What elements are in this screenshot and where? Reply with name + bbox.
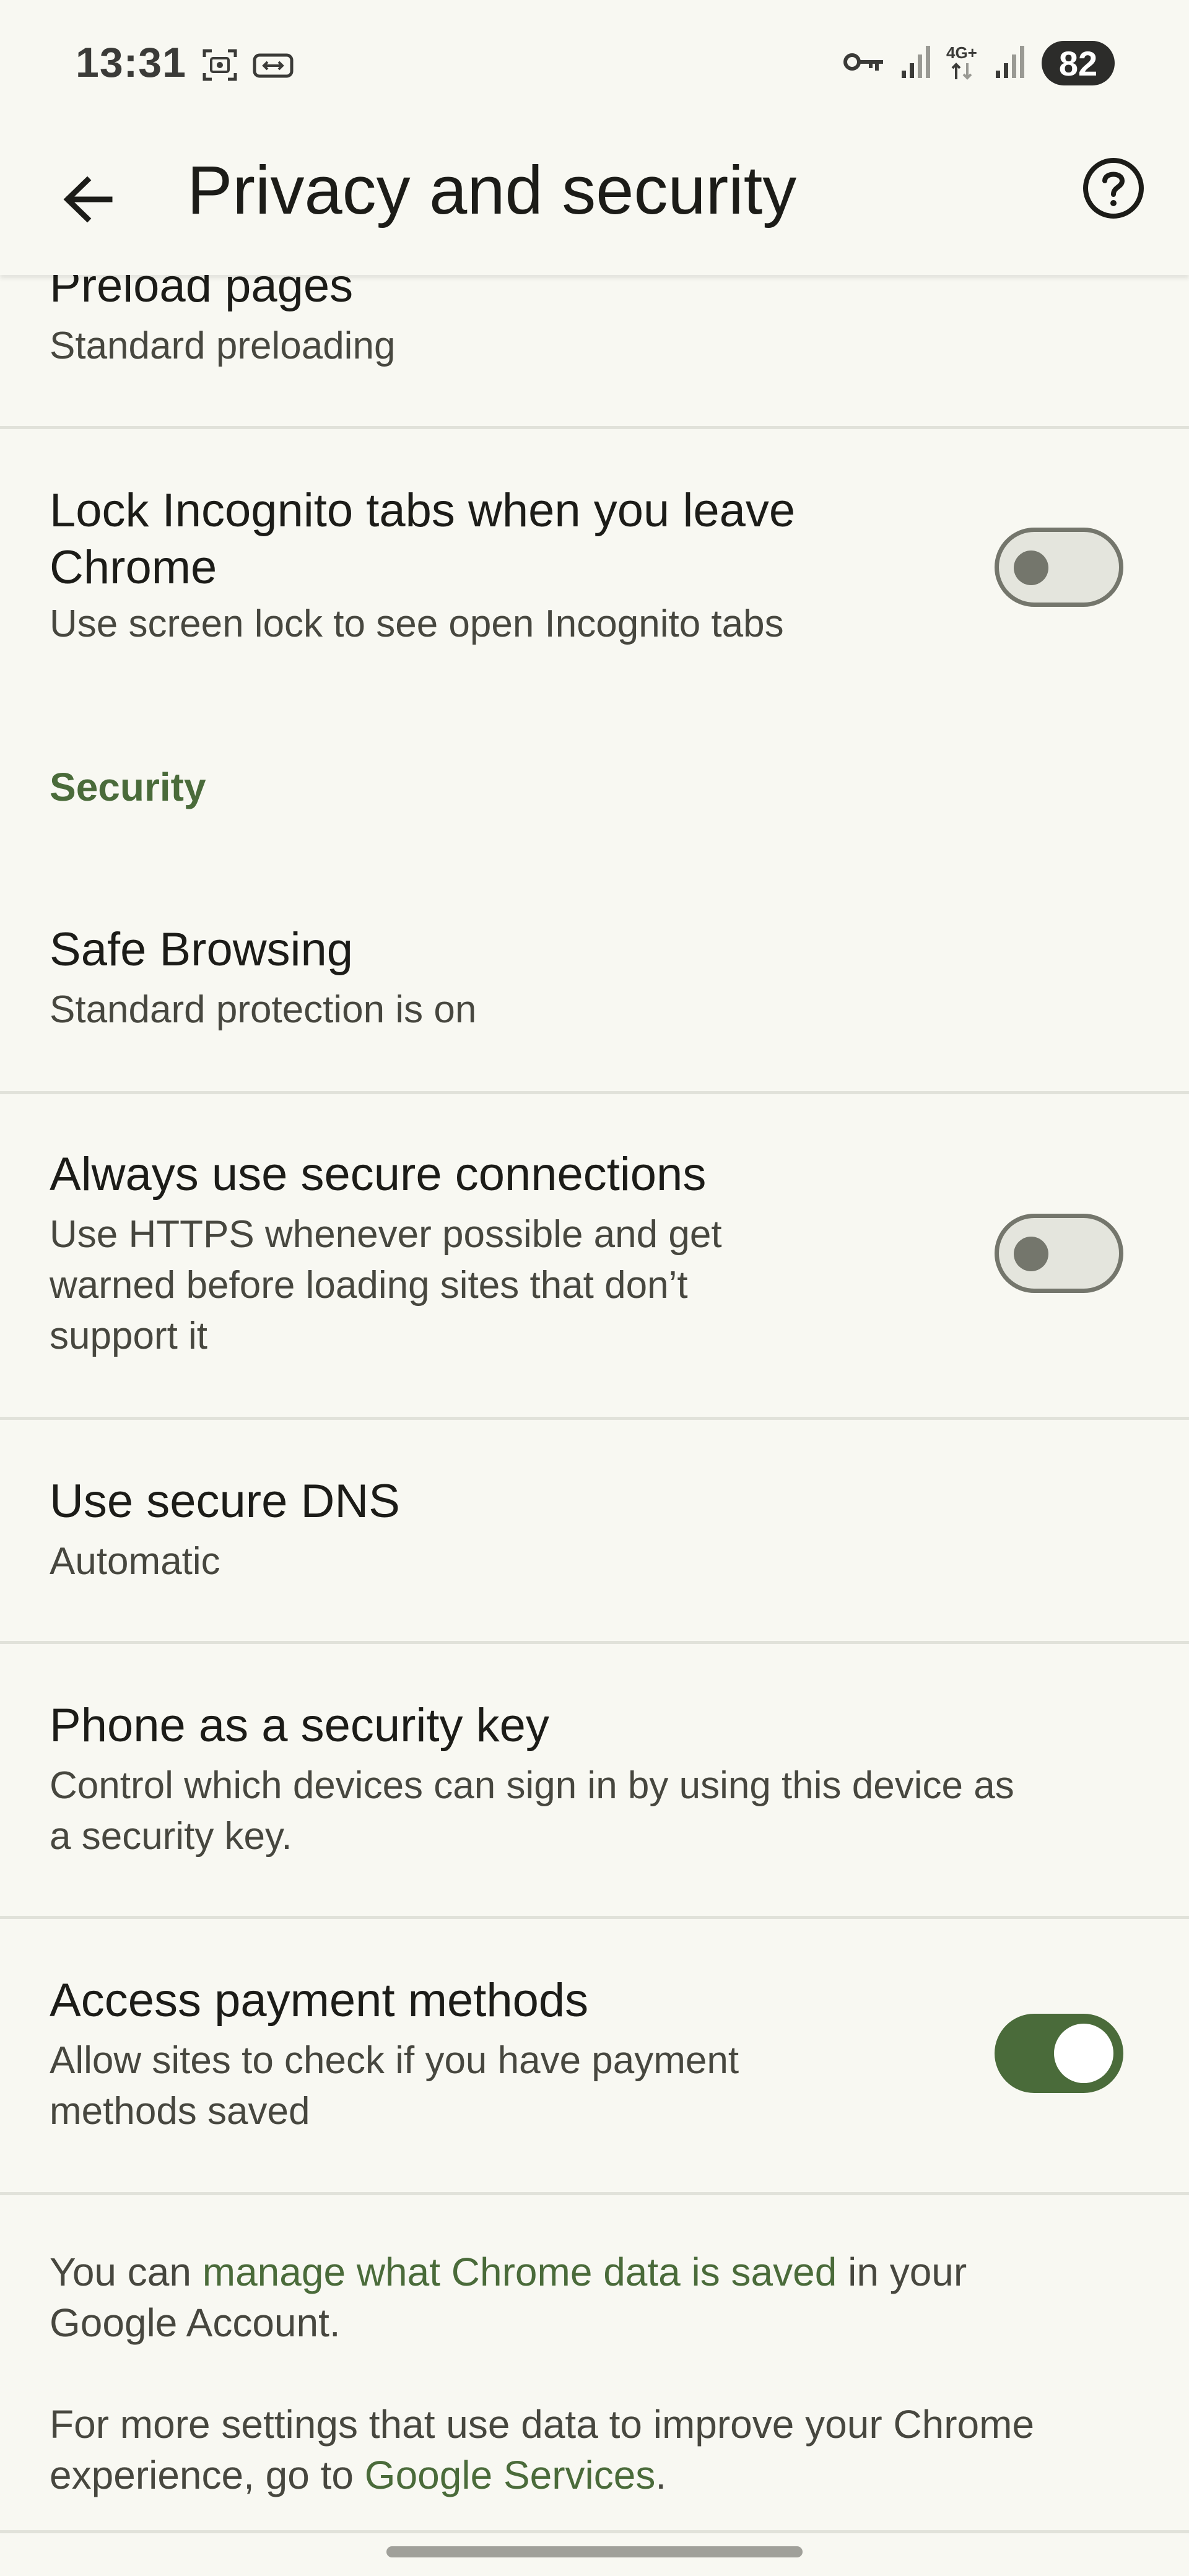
toggle-knob: [1014, 1237, 1048, 1271]
vpn-key-icon: [843, 53, 883, 71]
footer-paragraph-services: For more settings that use data to impro…: [50, 2399, 1139, 2500]
data-activity-icon: [951, 63, 972, 80]
setting-subtitle-line1: Control which devices can sign in by usi…: [50, 1764, 1014, 1807]
setting-title-line2: Chrome: [50, 541, 217, 594]
signal-strength-2-icon: [996, 46, 1024, 78]
back-button[interactable]: [51, 162, 125, 237]
setting-title: Use secure DNS: [50, 1475, 400, 1528]
setting-subtitle: Standard preloading: [50, 324, 396, 367]
google-services-link[interactable]: Google Services: [365, 2453, 656, 2497]
setting-subtitle: Standard protection is on: [50, 988, 477, 1031]
footer-text: in your: [837, 2250, 967, 2294]
setting-subtitle-line3: support it: [50, 1315, 208, 1357]
setting-title: Access payment methods: [50, 1974, 589, 2027]
setting-subtitle-line1: Allow sites to check if you have payment: [50, 2039, 739, 2082]
setting-secure-dns[interactable]: Use secure DNS Automatic: [0, 1420, 1189, 1640]
footer-text: experience, go to: [50, 2453, 365, 2497]
footer-paragraph-account: You can manage what Chrome data is saved…: [50, 2247, 1139, 2348]
battery-indicator: 82: [1042, 41, 1115, 85]
app-bar: Privacy and security: [0, 124, 1189, 275]
setting-subtitle: Use screen lock to see open Incognito ta…: [50, 603, 784, 645]
secure-connections-toggle[interactable]: [995, 1214, 1123, 1293]
section-header-security: Security: [50, 765, 206, 809]
divider: [0, 2530, 1189, 2533]
setting-title: Lock Incognito tabs when you leave: [50, 484, 796, 537]
manage-chrome-data-link[interactable]: manage what Chrome data is saved: [203, 2250, 837, 2294]
toggle-knob: [1014, 550, 1048, 585]
setting-title: Always use secure connections: [50, 1148, 707, 1201]
toggle-knob: [1054, 2024, 1113, 2083]
footer-text: Google Account.: [50, 2300, 341, 2345]
setting-title: Safe Browsing: [50, 923, 354, 976]
status-time: 13:31: [76, 39, 186, 86]
screenshot-icon: [203, 49, 237, 81]
divider: [0, 2192, 1189, 2195]
setting-subtitle-line2: methods saved: [50, 2090, 310, 2133]
footer-text: You can: [50, 2250, 203, 2294]
page-title: Privacy and security: [187, 152, 797, 228]
setting-subtitle-line1: Use HTTPS whenever possible and get: [50, 1213, 722, 1256]
home-indicator[interactable]: [386, 2546, 803, 2557]
screen-cast-icon: [253, 53, 294, 78]
payment-methods-toggle[interactable]: [995, 2014, 1123, 2093]
signal-strength-icon: [902, 46, 930, 78]
status-bar: 13:31 4G+ 82: [0, 0, 1189, 124]
lock-incognito-toggle[interactable]: [995, 528, 1123, 607]
footer-text: .: [655, 2453, 667, 2497]
network-type-label: 4G+: [946, 43, 977, 62]
setting-subtitle: Automatic: [50, 1540, 220, 1583]
setting-safe-browsing[interactable]: Safe Browsing Standard protection is on: [0, 879, 1189, 1090]
footer-text: For more settings that use data to impro…: [50, 2402, 1035, 2447]
help-icon: [1083, 158, 1144, 219]
setting-title: Phone as a security key: [50, 1699, 549, 1752]
setting-subtitle-line2: warned before loading sites that don’t: [50, 1264, 688, 1307]
arrow-back-icon: [63, 176, 113, 223]
help-button[interactable]: [1076, 151, 1151, 225]
setting-phone-security-key[interactable]: Phone as a security key Control which de…: [0, 1644, 1189, 1917]
setting-subtitle-line2: a security key.: [50, 1815, 292, 1858]
